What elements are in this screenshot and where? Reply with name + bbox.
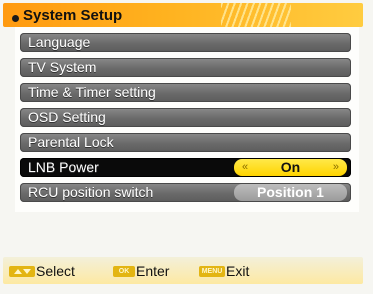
- menu-item-tv-system[interactable]: TV System: [20, 58, 351, 77]
- menu-key-icon: MENU: [199, 265, 225, 277]
- menu-item-osd-setting[interactable]: OSD Setting: [20, 108, 351, 127]
- menu-item-label: OSD Setting: [28, 109, 106, 125]
- footer-help-bar: Select OK Enter MENU Exit: [3, 257, 363, 284]
- rcu-position-value: Position 1: [257, 184, 324, 200]
- help-exit: MENU Exit: [199, 262, 249, 280]
- menu-item-lnb-power[interactable]: LNB Power « On »: [20, 158, 351, 177]
- menu-item-rcu-position-switch[interactable]: RCU position switch Position 1: [20, 183, 351, 202]
- help-enter-label: Enter: [136, 263, 170, 279]
- menu-item-label: LNB Power: [28, 159, 99, 175]
- up-down-arrows-icon: [14, 268, 31, 274]
- menu-item-language[interactable]: Language: [20, 33, 351, 52]
- header-stripe-decoration: [221, 3, 291, 27]
- bullet-icon: [12, 15, 19, 22]
- menu-item-label: Time & Timer setting: [28, 84, 156, 100]
- header-bar: System Setup: [3, 3, 363, 27]
- lnb-power-selector[interactable]: « On »: [234, 159, 347, 176]
- menu-item-time-timer-setting[interactable]: Time & Timer setting: [20, 83, 351, 102]
- menu-item-label: TV System: [28, 59, 97, 75]
- help-select: Select: [9, 262, 75, 280]
- page-title: System Setup: [23, 7, 123, 24]
- menu-item-label: RCU position switch: [28, 184, 154, 200]
- arrow-right-icon[interactable]: »: [333, 161, 339, 174]
- lnb-power-value: On: [280, 159, 301, 175]
- rcu-position-selector[interactable]: Position 1: [234, 184, 347, 201]
- menu-item-label: Language: [28, 34, 91, 50]
- help-exit-label: Exit: [226, 263, 250, 279]
- menu-item-label: Parental Lock: [28, 134, 114, 150]
- help-select-label: Select: [36, 263, 75, 279]
- help-enter: OK Enter: [113, 262, 169, 280]
- up-down-key-icon: [9, 265, 35, 277]
- ok-key-icon: OK: [113, 265, 135, 277]
- tv-menu-screen: System Setup Language TV System Time & T…: [0, 0, 373, 294]
- menu-item-parental-lock[interactable]: Parental Lock: [20, 133, 351, 152]
